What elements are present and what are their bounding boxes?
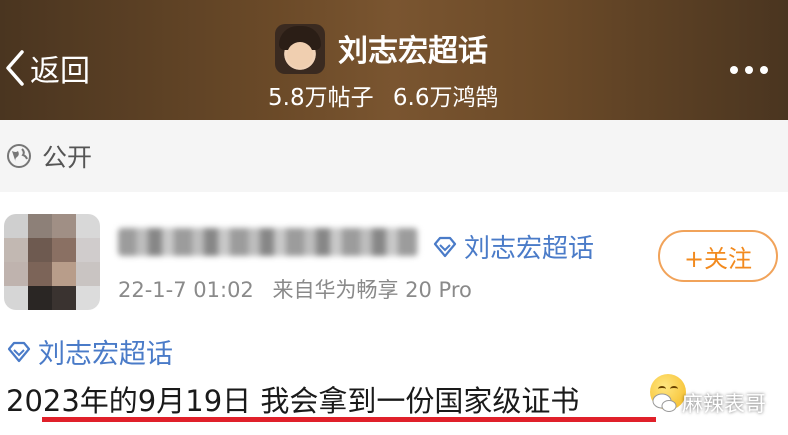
author-name-blurred[interactable] bbox=[118, 228, 418, 256]
members-count: 6.6万鸿鹄 bbox=[392, 85, 499, 111]
body-topic-tag[interactable]: 刘志宏超话 bbox=[6, 332, 173, 371]
post-source: 来自华为畅享 20 Pro bbox=[272, 278, 472, 302]
post-card: 刘志宏超话 22-1-7 01:02 来自华为畅享 20 Pro +关注 刘志宏… bbox=[0, 192, 788, 435]
watermark-text: 麻辣表哥 bbox=[682, 392, 766, 416]
more-dot-icon bbox=[760, 66, 768, 74]
diamond-icon bbox=[7, 341, 31, 362]
post-text: 2023年的9月19日 我会拿到一份国家级证书 bbox=[6, 384, 580, 418]
more-dot-icon bbox=[730, 66, 738, 74]
topic-tag-label: 刘志宏超话 bbox=[464, 234, 595, 264]
chevron-left-icon bbox=[6, 50, 24, 86]
wechat-icon bbox=[652, 393, 677, 412]
author-avatar[interactable] bbox=[4, 214, 100, 310]
topic-avatar bbox=[275, 24, 325, 74]
more-dot-icon bbox=[745, 66, 753, 74]
post-date: 22-1-7 01:02 bbox=[118, 278, 254, 302]
globe-icon bbox=[7, 144, 31, 168]
page-title: 刘志宏超话 bbox=[338, 34, 488, 69]
posts-count: 5.8万帖子 bbox=[268, 85, 374, 111]
topic-tag-link[interactable]: 刘志宏超话 bbox=[432, 228, 594, 265]
diamond-icon bbox=[433, 236, 457, 257]
follow-button[interactable]: +关注 bbox=[658, 230, 778, 282]
topic-stats: 5.8万帖子 6.6万鸿鹄 bbox=[268, 78, 498, 112]
visibility-bar: 公开 bbox=[0, 120, 788, 192]
post-meta: 22-1-7 01:02 来自华为畅享 20 Pro bbox=[118, 274, 472, 304]
watermark: 麻辣表哥 bbox=[652, 388, 766, 418]
body-topic-tag-label: 刘志宏超话 bbox=[38, 339, 173, 370]
back-button[interactable]: 返回 bbox=[4, 46, 90, 90]
topic-header: 返回 刘志宏超话 5.8万帖子 6.6万鸿鹄 bbox=[0, 0, 788, 120]
back-label: 返回 bbox=[30, 54, 90, 89]
red-underline bbox=[42, 417, 656, 422]
visibility-label: 公开 bbox=[42, 143, 93, 172]
more-options-button[interactable] bbox=[730, 60, 778, 80]
